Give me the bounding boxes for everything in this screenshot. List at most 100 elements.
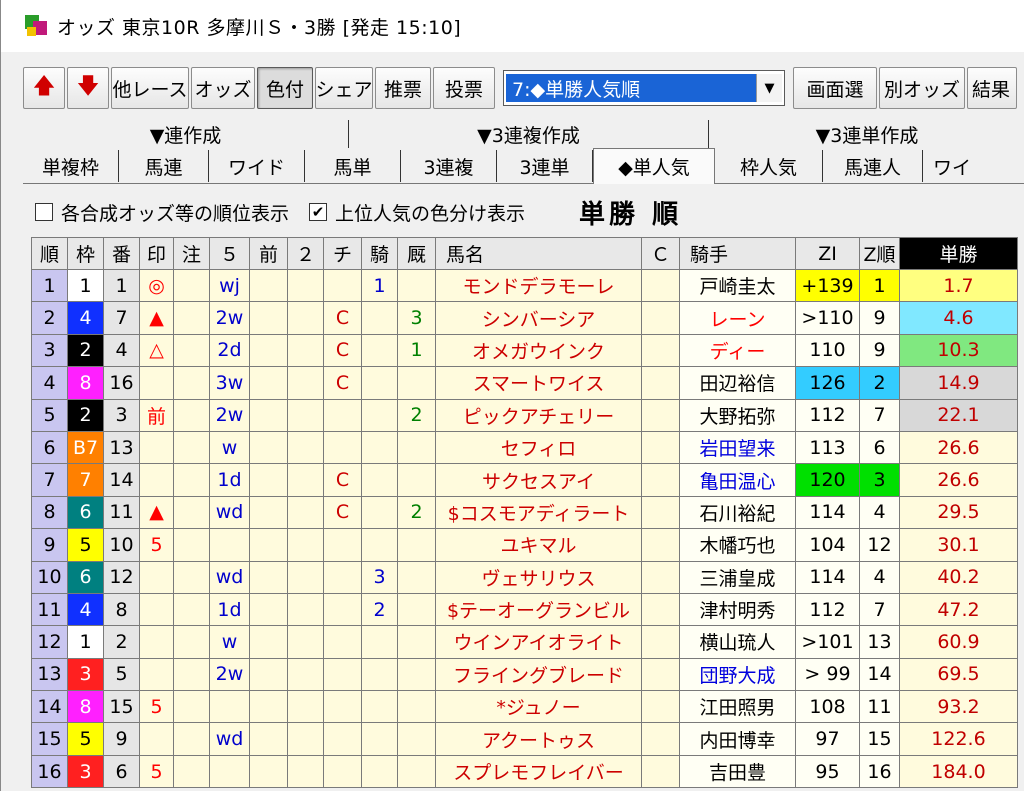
table-row[interactable]: 5 2 3 前 2w 2 ピックアチェリー 大野拓弥 112 7 22.1 [31,398,1018,432]
column-header[interactable]: 順 [31,237,68,270]
cell-jockey: ディー [679,333,796,368]
option-color-display[interactable]: ✔ 上位人気の色分け表示 [309,199,525,226]
cell-mae [249,722,288,756]
table-row[interactable]: 14 8 15 5 *ジュノー 江田照男 108 11 93.2 [31,690,1018,724]
cell-ki [361,398,398,432]
tab-3rentan[interactable]: 3連単 [497,150,593,182]
cell-chu [173,495,210,530]
column-header[interactable]: 騎手 [679,237,796,270]
tab-3renpuku[interactable]: 3連複 [401,150,497,182]
tab-umatan[interactable]: 馬単 [305,150,401,182]
cell-five [209,690,250,724]
table-row[interactable]: 10 6 12 wd 3 ヴェサリウス 三浦皇成 114 4 40.2 [31,560,1018,594]
cell-mae [249,495,288,530]
tab-tanfuku-waku[interactable]: 単複枠 [23,150,119,182]
cell-ki [361,528,398,562]
chevron-down-icon[interactable]: ▼ [756,74,782,102]
table-row[interactable]: 11 4 8 1d 2 $テーオーグランビル 津村明秀 112 7 47.2 [31,592,1018,627]
table-row[interactable]: 1 1 1 ◎ wj 1 モンドデラモーレ 戸崎圭太 +139 1 1.7 [31,268,1018,303]
cell-ban: 5 [103,657,140,692]
other-race-button[interactable]: 他レース [111,67,189,109]
column-header[interactable]: 枠 [67,237,104,270]
tab-umaren-ninki[interactable]: 馬連人 [823,150,923,182]
screen-select-button[interactable]: 画面選 [793,67,877,109]
cell-mae [249,366,288,400]
tab-tan-ninki[interactable]: ◆単人気 [593,148,715,184]
share-button[interactable]: シェア [315,67,373,109]
column-header[interactable]: 騎 [361,237,398,270]
tab-wide[interactable]: ワイド [209,150,305,182]
option-rank-display[interactable]: 各合成オッズ等の順位表示 [35,199,289,226]
column-header[interactable]: 単勝 [899,237,1018,270]
cell-chu [173,560,210,594]
column-header[interactable]: 注 [173,237,210,270]
cell-rank: 8 [31,495,68,530]
column-header[interactable]: ５ [209,237,250,270]
cell-ki: 2 [361,592,398,627]
cell-c [641,722,680,756]
cell-jockey: 三浦皇成 [679,560,796,594]
cell-horse: ピックアチェリー [435,398,642,432]
cell-horse: $テーオーグランビル [435,592,642,627]
down-arrow-button[interactable]: 🡇 [67,67,109,109]
rank-display-checkbox[interactable] [35,203,53,221]
column-header[interactable]: ２ [287,237,324,270]
column-header[interactable]: ZI [795,237,860,270]
cell-ban: 7 [103,301,140,335]
table-row[interactable]: 12 1 2 w ウインアイオライト 横山琉人 >101 13 60.9 [31,625,1018,659]
cell-waku: 2 [67,333,104,368]
column-header[interactable]: 厩 [397,237,436,270]
tab-umaren[interactable]: 馬連 [119,150,209,182]
tab-waku-ninki[interactable]: 枠人気 [715,150,823,182]
cell-horse: モンドデラモーレ [435,268,642,303]
table-row[interactable]: 7 7 14 1d C サクセスアイ 亀田温心 120 3 26.6 [31,463,1018,497]
tab-wide-ninki[interactable]: ワイ [923,150,983,182]
result-button[interactable]: 結果 [967,67,1017,109]
sort-select[interactable]: 7:◆単勝人気順 ▼ [503,70,785,106]
table-row[interactable]: 6 B7 13 w セフィロ 岩田望来 113 6 26.6 [31,430,1018,465]
cell-mark: ◎ [139,268,174,303]
up-arrow-button[interactable]: 🡅 [23,67,65,109]
cell-kyu: 2 [397,495,436,530]
cell-waku: 8 [67,690,104,724]
column-header[interactable]: 馬名 [435,237,642,270]
odds-button[interactable]: オッズ [191,67,255,109]
table-row[interactable]: 2 4 7 ▲ 2w C 3 シンバーシア レーン >110 9 4.6 [31,301,1018,335]
cell-jockey: 岩田望来 [679,430,796,465]
category-3rentan[interactable]: ▼3連単作成 [709,120,1024,148]
cell-ki: 1 [361,268,398,303]
cell-mark [139,592,174,627]
table-row[interactable]: 9 5 10 5 ユキマル 木幡巧也 104 12 30.1 [31,528,1018,562]
table-row[interactable]: 8 6 11 ▲ wd C 2 $コスモアディラート 石川裕紀 114 4 29.5 [31,495,1018,530]
cell-chi [323,657,362,692]
column-header[interactable]: 印 [139,237,174,270]
table-row[interactable]: 15 5 9 wd アクートゥス 内田博幸 97 15 122.6 [31,722,1018,756]
recommend-button[interactable]: 推票 [375,67,431,109]
toolbar: 🡅 🡇 他レース オッズ 色付 シェア 推票 投票 7:◆単勝人気順 ▼ 画面選… [23,66,1017,110]
table-row[interactable]: 13 3 5 2w フライングブレード 団野大成 > 99 14 69.5 [31,657,1018,692]
column-header[interactable]: Z順 [859,237,900,270]
cell-chi [323,398,362,432]
cell-waku: 4 [67,592,104,627]
column-header[interactable]: チ [323,237,362,270]
table-row[interactable]: 3 2 4 △ 2d C 1 オメガウインク ディー 110 9 10.3 [31,333,1018,368]
table-header-row: 順枠番印注 ５ 前 ２ チ騎厩馬名 Ｃ 騎手 ZI Z順 単勝 [31,237,1018,270]
table-row[interactable]: 16 3 6 5 スプレモフレイバー 吉田豊 95 16 184.0 [31,754,1018,789]
column-header[interactable]: Ｃ [641,237,680,270]
column-header[interactable]: 番 [103,237,140,270]
cell-two [287,398,324,432]
cell-horse: アクートゥス [435,722,642,756]
other-odds-button[interactable]: 別オッズ [879,67,965,109]
color-button[interactable]: 色付 [257,67,313,109]
cell-ki [361,625,398,659]
category-3renpuku[interactable]: ▼3連複作成 [349,120,709,148]
color-display-checkbox[interactable]: ✔ [309,203,328,221]
category-ren[interactable]: ▼連作成 [23,120,349,148]
column-header[interactable]: 前 [249,237,288,270]
table-row[interactable]: 4 8 16 3w C スマートワイス 田辺裕信 126 2 14.9 [31,366,1018,400]
cell-odds: 26.6 [899,430,1018,465]
vote-button[interactable]: 投票 [433,67,495,109]
cell-chi [323,560,362,594]
cell-chu [173,592,210,627]
cell-rank: 4 [31,366,68,400]
